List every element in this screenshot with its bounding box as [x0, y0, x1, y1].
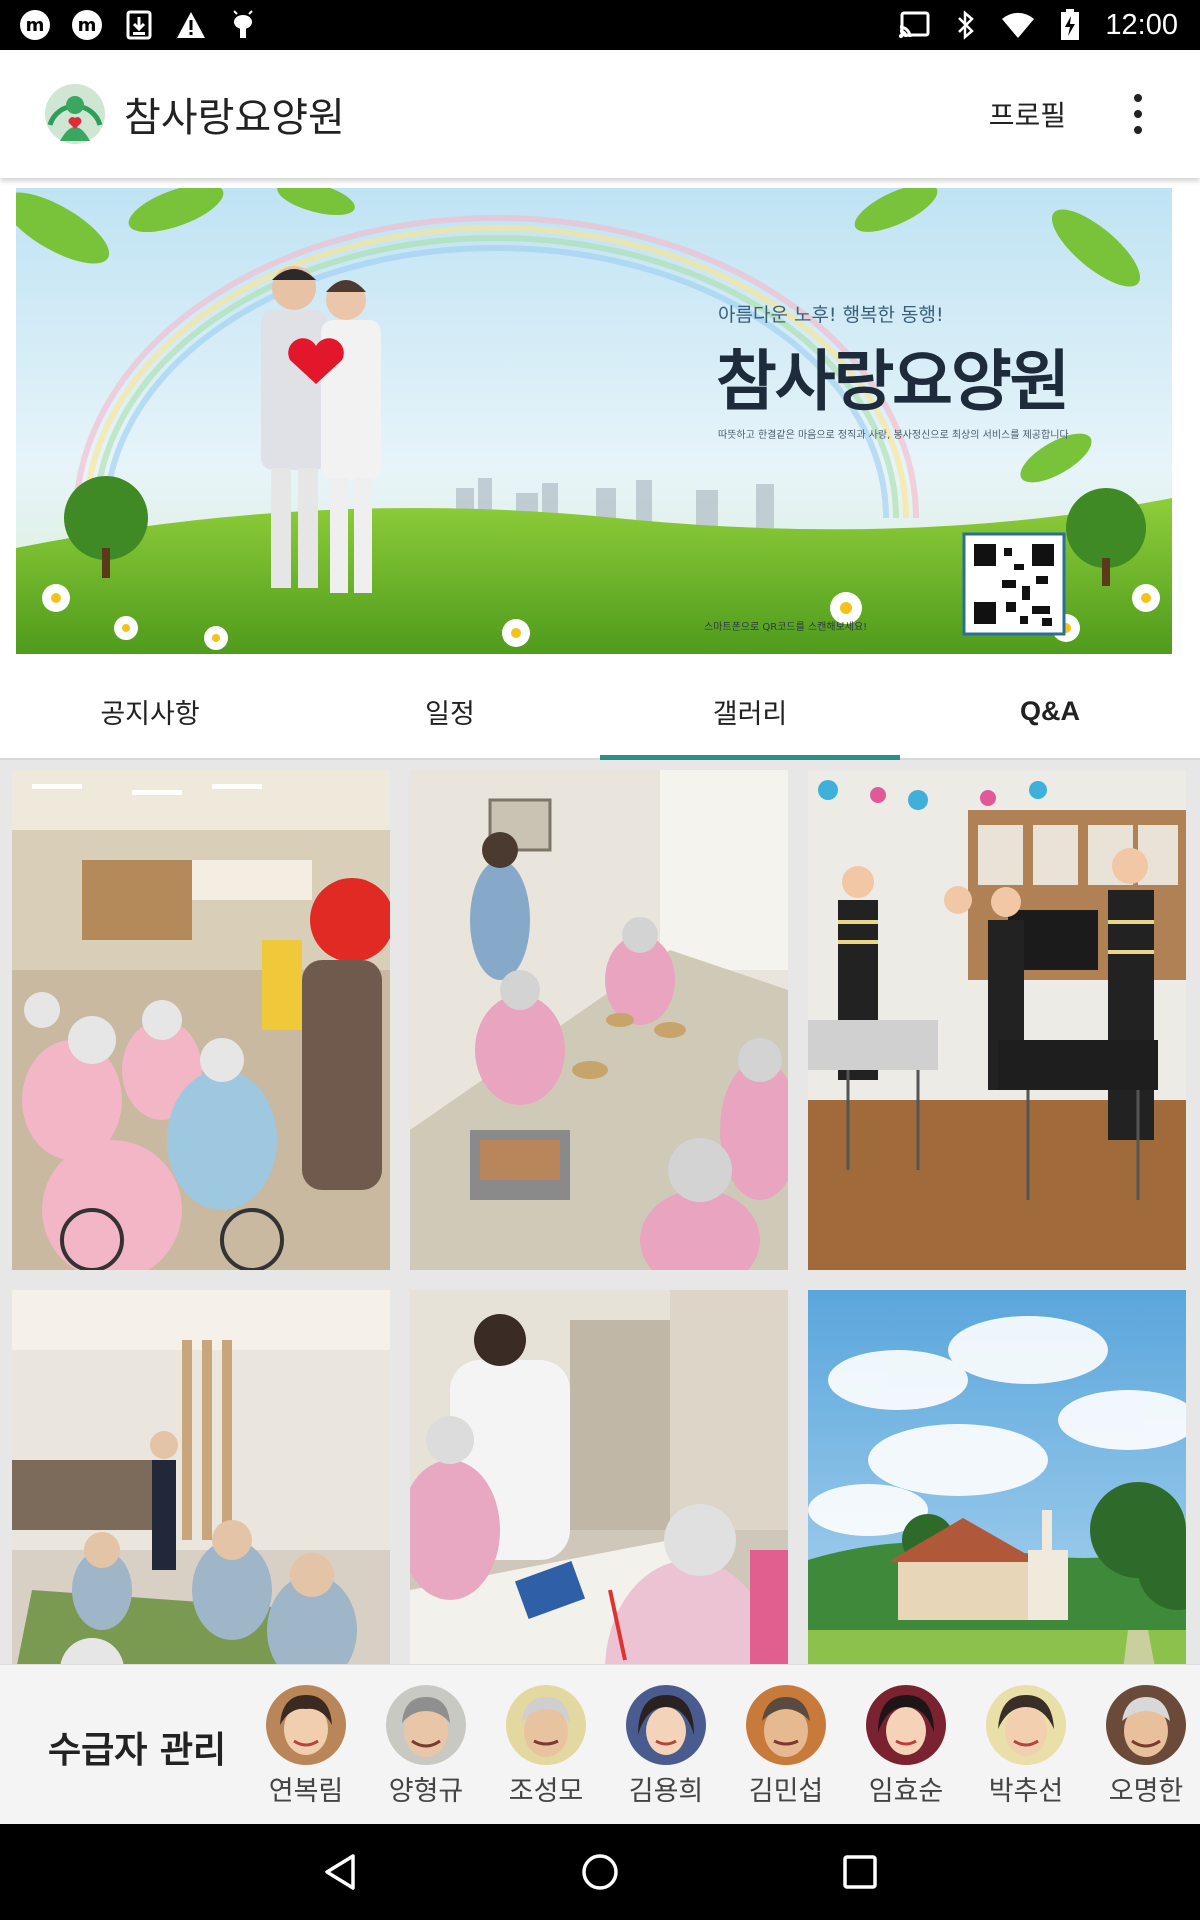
recipient-name: 김용희: [628, 1776, 704, 1807]
wifi-icon: [1001, 8, 1035, 42]
recipient-item[interactable]: 박추선: [986, 1685, 1066, 1808]
home-icon[interactable]: [570, 1842, 630, 1902]
avatar: [506, 1685, 586, 1765]
banner-qr-caption: 스마트폰으로 QR코드를 스캔해보세요!: [704, 622, 868, 633]
recipients-list: 연복림 양형규 조성모 김용희 김민섭 임효순 박추선 오명한: [266, 1685, 1186, 1808]
status-bar: m m 12:00: [0, 0, 1200, 50]
avatar: [746, 1685, 826, 1765]
gallery-photo-recreation[interactable]: [12, 770, 390, 1270]
tab-notice[interactable]: 공지사항: [0, 664, 300, 758]
recipient-item[interactable]: 조성모: [506, 1685, 586, 1808]
banner-description: 따뜻하고 한결같은 마음으로 정직과 사랑, 봉사정신으로 최상의 서비스를 제…: [718, 430, 1069, 441]
bluetooth-icon: [949, 8, 983, 42]
gallery-photo-meal[interactable]: [410, 770, 788, 1270]
battery-charging-icon: [1053, 8, 1087, 42]
recipient-name: 오명한: [1108, 1776, 1184, 1807]
recipient-name: 박추선: [988, 1776, 1064, 1807]
svg-text:m: m: [26, 15, 45, 36]
tab-bar: 공지사항 일정 갤러리 Q&A: [0, 664, 1200, 760]
recents-icon[interactable]: [830, 1842, 890, 1902]
back-icon[interactable]: [310, 1842, 370, 1902]
avatar: [266, 1685, 346, 1765]
system-nav-bar: [0, 1824, 1200, 1920]
recipients-bar: 수급자 관리 연복림 양형규 조성모 김용희 김민섭 임효순 박추선 오명한: [0, 1664, 1200, 1824]
tab-gallery[interactable]: 갤러리: [600, 664, 900, 760]
banner-tagline: 아름다운 노후! 행복한 동행!: [718, 304, 944, 326]
recipient-name: 김민섭: [748, 1776, 824, 1807]
gallery-photo-activity-room[interactable]: [12, 1290, 390, 1664]
more-options-icon[interactable]: [1114, 84, 1162, 144]
gallery-photo-building[interactable]: [808, 1290, 1186, 1664]
recipient-item[interactable]: 김용희: [626, 1685, 706, 1808]
recipients-title: 수급자 관리: [48, 1730, 227, 1771]
banner-title: 참사랑요양원: [716, 342, 1070, 420]
recipient-item[interactable]: 임효순: [866, 1685, 946, 1808]
m-app-icon: m: [70, 8, 104, 42]
warning-icon: [174, 8, 208, 42]
app-logo-icon: [44, 83, 106, 145]
avatar: [986, 1685, 1066, 1765]
recipient-item[interactable]: 양형규: [386, 1685, 466, 1808]
recipient-name: 조성모: [508, 1776, 584, 1807]
cast-icon: [897, 8, 931, 42]
status-time: 12:00: [1105, 8, 1178, 41]
recipient-item[interactable]: 김민섭: [746, 1685, 826, 1808]
avatar: [626, 1685, 706, 1765]
avatar: [866, 1685, 946, 1765]
app-title: 참사랑요양원: [124, 95, 345, 141]
tab-schedule[interactable]: 일정: [300, 664, 600, 758]
recipient-name: 연복림: [268, 1776, 344, 1807]
recipient-name: 양형규: [388, 1776, 464, 1807]
gallery-photo-music[interactable]: [808, 770, 1186, 1270]
gallery-grid: [0, 760, 1200, 1664]
android-icon: [226, 8, 260, 42]
gallery-photo-care[interactable]: [410, 1290, 788, 1664]
m-cast-icon: m: [18, 8, 52, 42]
tab-qna[interactable]: Q&A: [900, 664, 1200, 758]
recipient-name: 임효순: [868, 1776, 944, 1807]
app-bar: 참사랑요양원 프로필: [0, 50, 1200, 178]
recipient-item[interactable]: 오명한: [1106, 1685, 1186, 1808]
avatar: [1106, 1685, 1186, 1765]
download-icon: [122, 8, 156, 42]
profile-button[interactable]: 프로필: [975, 84, 1080, 144]
hero-banner: 아름다운 노후! 행복한 동행! 참사랑요양원 따뜻하고 한결같은 마음으로 정…: [16, 188, 1172, 654]
avatar: [386, 1685, 466, 1765]
recipient-item[interactable]: 연복림: [266, 1685, 346, 1808]
svg-text:m: m: [78, 15, 97, 36]
